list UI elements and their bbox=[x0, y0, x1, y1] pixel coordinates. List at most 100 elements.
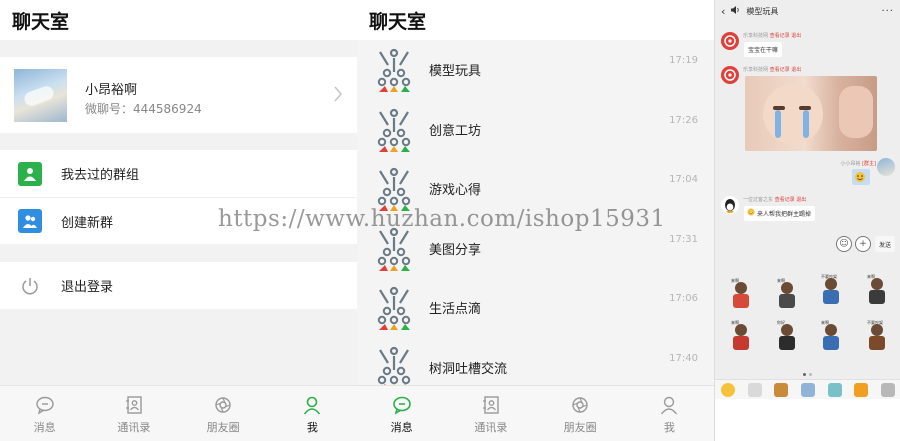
sticker-item[interactable]: 来啊 bbox=[865, 274, 889, 308]
tab-me[interactable]: 我 bbox=[625, 386, 714, 441]
tab-moments[interactable]: 朋友圈 bbox=[536, 386, 625, 441]
sender-name: 一位过客之东 bbox=[743, 197, 774, 203]
chat-bottom-area bbox=[715, 399, 900, 441]
send-button[interactable]: 发送 bbox=[875, 236, 895, 252]
page-indicator bbox=[803, 373, 812, 376]
group-logo-icon bbox=[377, 227, 411, 271]
sender-tag[interactable]: 查看记录 退出 bbox=[770, 33, 802, 39]
chat-bubble-icon bbox=[35, 396, 54, 415]
room-time: 17:06 bbox=[669, 293, 698, 304]
sticker-caption: 来啊 bbox=[731, 320, 739, 325]
sticker-item[interactable]: 不要吵架 bbox=[819, 274, 843, 308]
bottom-tab-bar: 消息 通讯录 朋友圈 我 bbox=[0, 385, 357, 441]
crying-baby-image[interactable] bbox=[745, 76, 877, 151]
list-item[interactable]: 创意工坊 17:26 bbox=[357, 100, 714, 160]
sticker-caption: 来啊 bbox=[777, 278, 785, 283]
tab-contacts[interactable]: 通讯录 bbox=[89, 386, 178, 441]
power-icon bbox=[18, 274, 42, 298]
logout-item[interactable]: 退出登录 bbox=[0, 262, 357, 309]
chat-title: 模型玩具 bbox=[746, 6, 779, 16]
sender-tag: [群主] bbox=[862, 161, 876, 167]
back-icon[interactable]: ‹ bbox=[721, 5, 725, 18]
emoji-button[interactable]: ☺ bbox=[836, 236, 852, 252]
sticker-item[interactable]: 来啊 bbox=[775, 278, 799, 312]
list-item[interactable]: 模型玩具 17:19 bbox=[357, 40, 714, 100]
self-avatar[interactable] bbox=[877, 158, 895, 176]
contacts-icon bbox=[482, 396, 499, 414]
person-icon bbox=[18, 161, 42, 186]
profile-card[interactable]: 小昂裕啊 微聊号：444586924 bbox=[0, 57, 357, 133]
profile-icon bbox=[661, 396, 678, 415]
tab-contacts-label: 通讯录 bbox=[474, 421, 508, 434]
moments-icon bbox=[572, 397, 588, 413]
group-logo-icon bbox=[377, 286, 411, 330]
sticker-caption: 不要吵架 bbox=[821, 274, 837, 279]
logout-menu: 退出登录 bbox=[0, 262, 357, 309]
sticker-caption: 来啊 bbox=[731, 278, 739, 283]
tab-contacts-label: 通讯录 bbox=[117, 421, 151, 434]
sender-name: 乐享科技网 bbox=[743, 33, 769, 39]
message-meta: 乐享科技网 查看记录 退出 bbox=[743, 32, 801, 39]
sticker-panel: 来啊 来啊 不要吵架 来啊 来啊 你好 来啊 不要吵架 bbox=[715, 262, 900, 379]
tab-me-label: 我 bbox=[306, 421, 318, 434]
page-title: 聊天室 bbox=[357, 0, 714, 40]
sticker-tab-bar bbox=[715, 379, 900, 399]
sticker-item[interactable]: 来啊 bbox=[729, 278, 753, 312]
room-name: 模型玩具 bbox=[429, 64, 482, 79]
sticker-caption: 来啊 bbox=[867, 274, 875, 279]
group-logo-icon bbox=[377, 108, 411, 152]
sender-avatar[interactable] bbox=[721, 66, 739, 84]
tab-moments[interactable]: 朋友圈 bbox=[179, 386, 268, 441]
room-time: 17:40 bbox=[669, 352, 698, 364]
room-time: 17:26 bbox=[669, 114, 698, 126]
tab-contacts[interactable]: 通讯录 bbox=[446, 386, 535, 441]
sender-tag[interactable]: 查看记录 退出 bbox=[775, 197, 807, 203]
sticker-tab-icon[interactable] bbox=[747, 382, 762, 397]
sticker-item[interactable]: 来啊 bbox=[729, 320, 753, 354]
group-logo-icon bbox=[377, 167, 411, 211]
sender-avatar[interactable] bbox=[721, 196, 739, 214]
message-bubble: 宝宝在干嘛 bbox=[744, 42, 783, 57]
tab-messages[interactable]: 消息 bbox=[0, 386, 89, 441]
sticker-caption: 来啊 bbox=[821, 320, 829, 325]
tab-messages-label: 消息 bbox=[390, 421, 413, 434]
sender-avatar[interactable] bbox=[721, 32, 739, 50]
room-name: 生活点滴 bbox=[429, 302, 482, 317]
sticker-item[interactable]: 不要吵架 bbox=[865, 320, 889, 354]
profile-name: 小昂裕啊 bbox=[85, 83, 138, 98]
room-time: 17:31 bbox=[669, 233, 698, 245]
sender-tag[interactable]: 查看记录 退出 bbox=[770, 67, 802, 73]
sticker-tab-icon[interactable] bbox=[774, 382, 789, 397]
message-meta: 一位过客之东 查看记录 退出 bbox=[743, 196, 806, 203]
smile-icon bbox=[855, 172, 865, 182]
chat-bubble-icon bbox=[392, 396, 411, 415]
tab-me[interactable]: 我 bbox=[268, 386, 357, 441]
tab-messages[interactable]: 消息 bbox=[357, 386, 446, 441]
page-title: 聊天室 bbox=[0, 0, 357, 40]
message-meta: 乐享科技网 查看记录 退出 bbox=[743, 66, 801, 73]
sender-name: 小小昂裕 bbox=[840, 161, 861, 167]
contacts-icon bbox=[125, 396, 142, 414]
speaker-icon[interactable] bbox=[731, 6, 740, 16]
sticker-item[interactable]: 来啊 bbox=[819, 320, 843, 354]
profile-icon bbox=[304, 396, 321, 415]
my-groups-item[interactable]: 我去过的群组 bbox=[0, 150, 357, 197]
group-logo-icon bbox=[377, 346, 411, 390]
sticker-tab-icon[interactable] bbox=[880, 382, 895, 397]
tab-moments-label: 朋友圈 bbox=[206, 421, 240, 434]
bottom-tab-bar: 消息 通讯录 朋友圈 我 bbox=[357, 385, 714, 441]
sticker-tab-icon[interactable] bbox=[854, 382, 869, 397]
room-name: 游戏心得 bbox=[429, 183, 482, 198]
logout-label: 退出登录 bbox=[61, 280, 114, 295]
tab-moments-label: 朋友圈 bbox=[563, 421, 597, 434]
emoji-message bbox=[852, 169, 870, 185]
more-icon[interactable]: ··· bbox=[881, 6, 894, 17]
list-item[interactable]: 生活点滴 17:06 bbox=[357, 278, 714, 338]
emoji-tab-icon[interactable] bbox=[721, 382, 736, 397]
group-logo-icon bbox=[377, 48, 411, 92]
avatar bbox=[14, 69, 67, 122]
sticker-tab-icon[interactable] bbox=[800, 382, 815, 397]
sticker-tab-icon[interactable] bbox=[827, 382, 842, 397]
sticker-item[interactable]: 你好 bbox=[775, 320, 799, 354]
add-button[interactable]: + bbox=[855, 236, 871, 252]
